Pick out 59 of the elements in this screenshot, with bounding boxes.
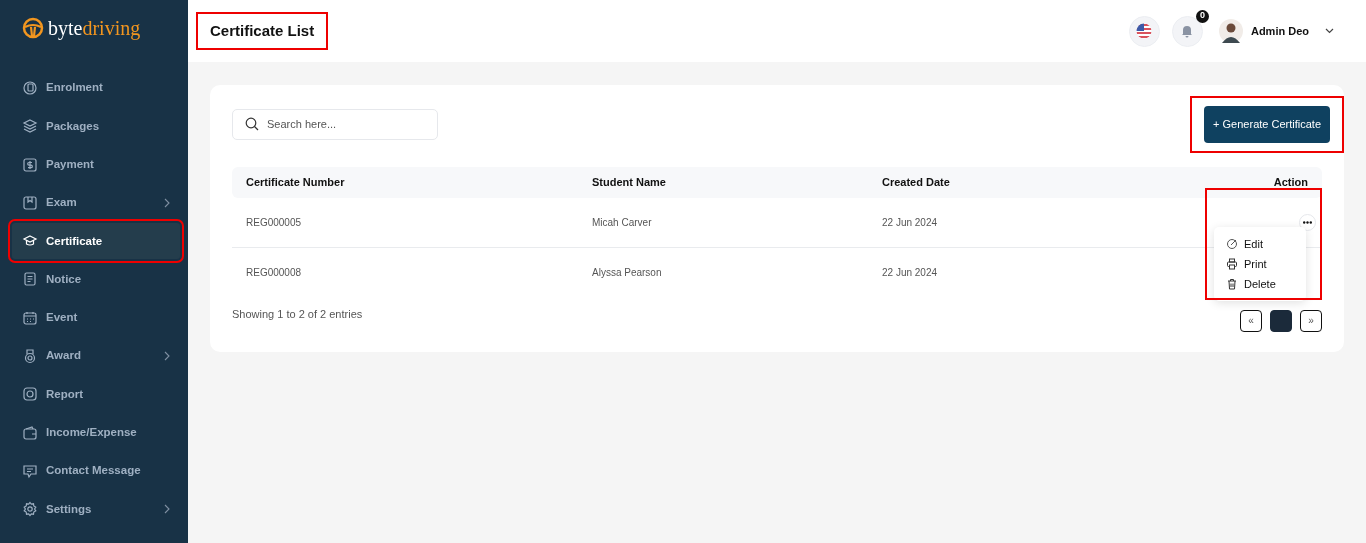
sidebar-item[interactable]: Enrolment xyxy=(12,70,180,106)
column-header: Student Name xyxy=(592,174,667,190)
menu-item[interactable]: Print xyxy=(1214,254,1306,274)
gear-icon xyxy=(22,501,38,518)
search-icon xyxy=(245,117,259,132)
sidebar-item[interactable]: Event xyxy=(12,299,180,336)
user-name[interactable]: Admin Deo xyxy=(1250,22,1309,40)
table-cell: REG000005 xyxy=(246,216,302,228)
bell-icon xyxy=(1180,24,1195,38)
sidebar-item[interactable]: Payment xyxy=(12,146,180,183)
document-icon xyxy=(22,271,38,288)
edit-icon xyxy=(1226,238,1238,250)
column-header: Certificate Number xyxy=(245,174,346,190)
medal-icon xyxy=(22,348,38,365)
sidebar-item[interactable]: Exam xyxy=(12,184,180,221)
table-cell: 22 Jun 2024 xyxy=(882,267,938,278)
menu-item[interactable]: Delete xyxy=(1214,274,1306,294)
notification-count: 0 xyxy=(1195,9,1209,23)
chevron-right-icon xyxy=(164,504,170,515)
sidebar-item[interactable]: Notice xyxy=(12,261,180,298)
sidebar-item[interactable]: Settings xyxy=(12,491,180,528)
dollar-icon xyxy=(22,156,38,173)
page-button[interactable]: « xyxy=(1240,309,1262,332)
wallet-icon xyxy=(22,424,38,441)
search-field[interactable]: Search here... xyxy=(232,108,438,140)
calendar-icon xyxy=(22,309,38,326)
report-icon xyxy=(22,386,38,403)
table-cell: Alyssa Pearson xyxy=(592,267,662,278)
chevron-down-icon[interactable] xyxy=(1325,28,1334,34)
sidebar-item[interactable]: Report xyxy=(12,376,180,413)
printer-icon xyxy=(1226,258,1238,270)
logo-icon xyxy=(22,17,44,39)
chevron-right-icon xyxy=(164,351,170,362)
table-cell: Micah Carver xyxy=(592,216,652,228)
sidebar-item[interactable]: Contact Message xyxy=(12,452,180,489)
language-button[interactable] xyxy=(1128,15,1160,47)
column-header: Action xyxy=(1273,174,1309,190)
layers-icon xyxy=(22,118,38,135)
generate-certificate-button[interactable]: + Generate Certificate xyxy=(1204,106,1330,143)
flag-icon xyxy=(1136,23,1153,39)
more-icon xyxy=(1303,220,1312,224)
more-actions-button[interactable] xyxy=(1299,213,1316,231)
enrolment-icon xyxy=(22,80,38,96)
avatar xyxy=(1218,19,1243,43)
sidebar-item[interactable]: Income/Expense xyxy=(12,414,180,451)
table-cell: REG000008 xyxy=(246,267,302,278)
page-button[interactable]: » xyxy=(1300,309,1322,332)
column-header: Created Date xyxy=(882,174,951,190)
message-icon xyxy=(22,462,38,479)
trash-icon xyxy=(1226,278,1238,290)
entries-info: Showing 1 to 2 of 2 entries xyxy=(232,307,363,323)
brand-name: bytedriving xyxy=(48,16,141,42)
sidebar-item[interactable]: Award xyxy=(12,338,180,375)
page-button[interactable] xyxy=(1270,309,1292,332)
book-icon xyxy=(22,194,38,211)
chevron-right-icon xyxy=(164,197,170,208)
table-cell: 22 Jun 2024 xyxy=(882,216,938,228)
menu-item[interactable]: Edit xyxy=(1214,234,1306,254)
sidebar-item[interactable]: Packages xyxy=(12,108,180,145)
